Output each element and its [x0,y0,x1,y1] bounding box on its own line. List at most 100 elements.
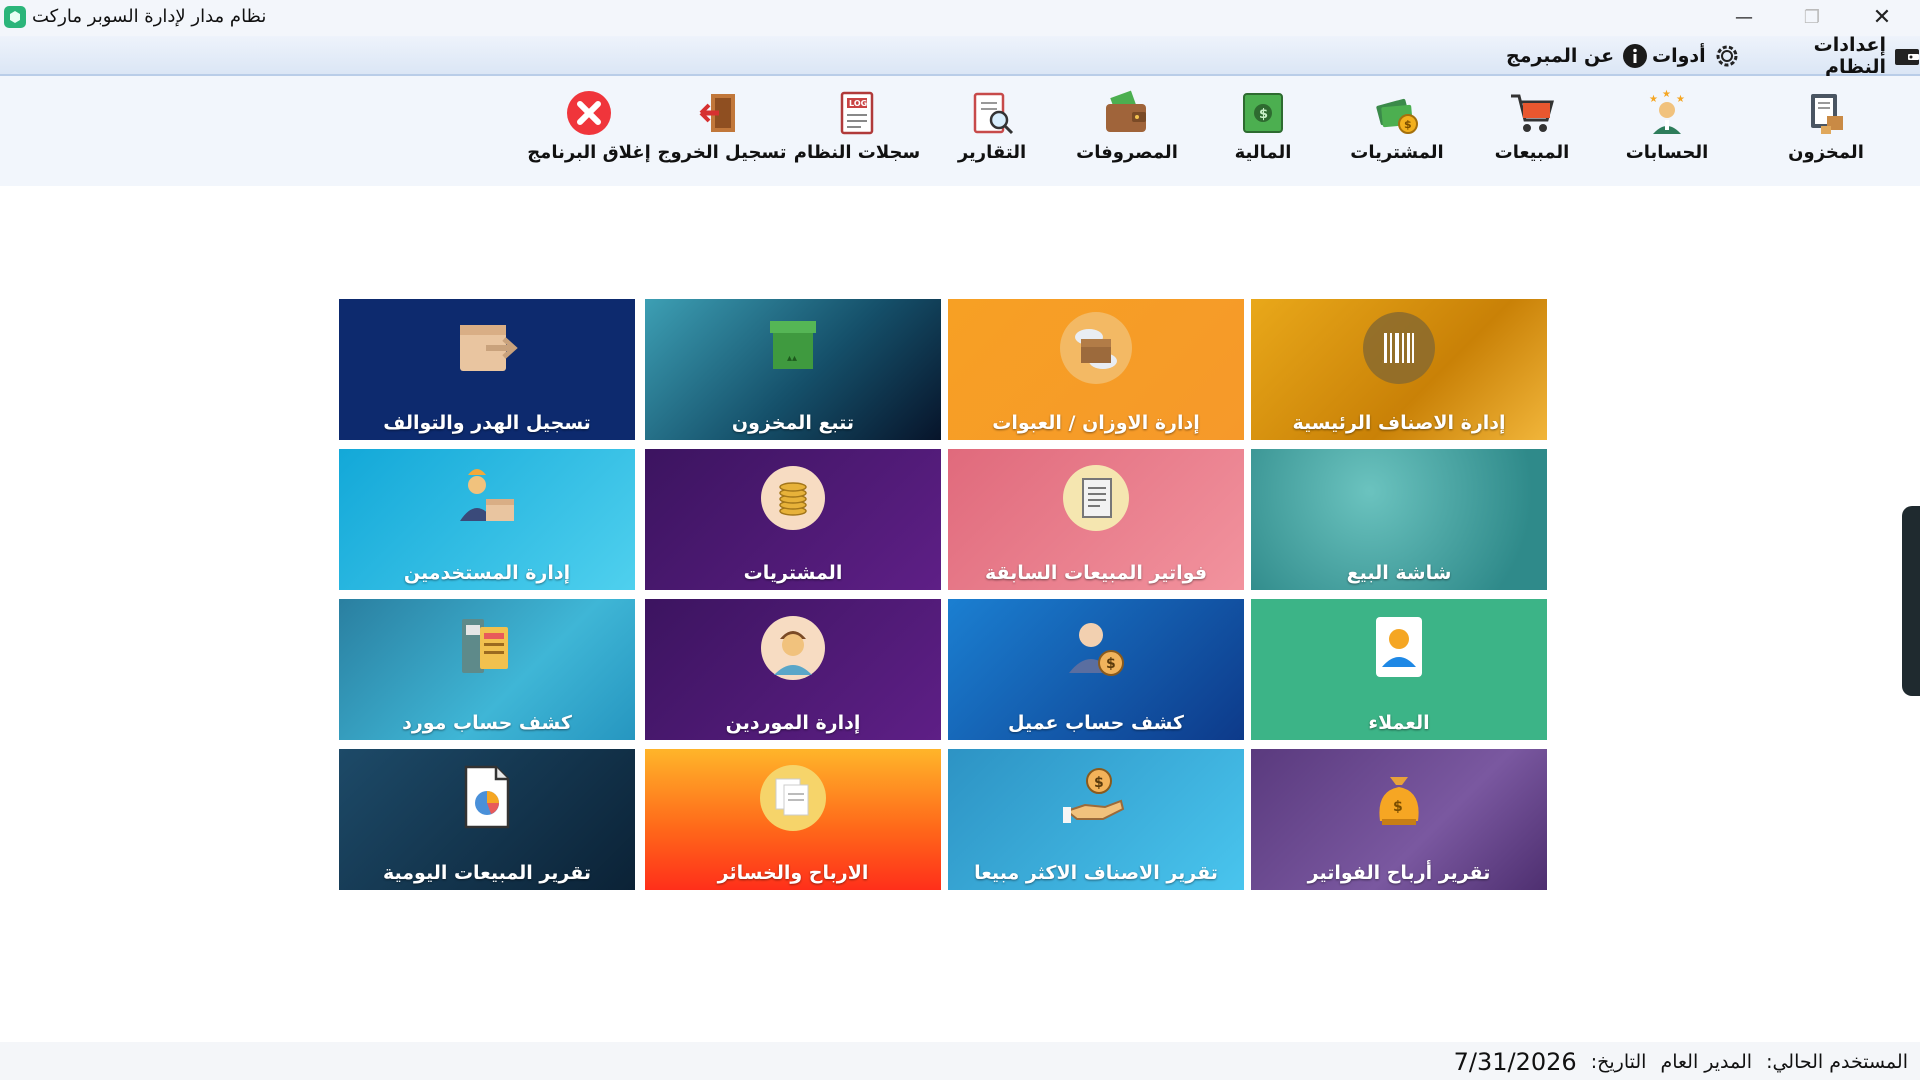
tile-main-items-label: إدارة الاصناف الرئيسية [1292,412,1506,434]
tile-suppliers[interactable]: إدارة الموردين [645,599,941,740]
svg-text:★: ★ [1662,89,1671,100]
svg-text:$: $ [1393,799,1403,815]
maximize-button[interactable]: ❐ [1782,0,1842,34]
tile-supplier-statement-label: كشف حساب مورد [402,712,572,734]
tile-users[interactable]: إدارة المستخدمين [339,449,635,590]
tile-profit-loss[interactable]: الارباح والخسائر [645,749,941,890]
tile-customers[interactable]: العملاء [1251,599,1547,740]
toolbar-inventory-button[interactable]: المخزون [1766,86,1886,176]
menu-bar: إعدادات النظام أدوات عن المبرمج [0,34,1920,78]
hand-coin-icon: $ [1056,761,1136,835]
menu-settings[interactable]: إعدادات النظام [1756,34,1920,78]
menu-settings-label: إعدادات النظام [1813,34,1886,78]
tile-users-label: إدارة المستخدمين [403,562,571,584]
menu-about[interactable]: عن المبرمج [1506,40,1648,72]
toolbar-purchases-label: المشتريات [1350,142,1444,163]
toolbar-accounts-button[interactable]: ★ ★ ★ الحسابات [1607,86,1727,176]
log-document-icon: LOG [830,86,884,140]
toolbar-logout-label: تسجيل الخروج [657,142,787,163]
close-button[interactable]: ✕ [1852,0,1912,34]
toolbar-expenses-button[interactable]: المصروفات [1067,86,1187,176]
svg-text:▴▴: ▴▴ [787,353,797,364]
tile-best-sellers-label: تقرير الاصناف الاكثر مبيعا [974,862,1218,884]
tile-prev-invoices-label: فواتير المبيعات السابقة [984,562,1208,584]
toolbar-sales-button[interactable]: المبيعات [1472,86,1592,176]
tile-profit-loss-label: الارباح والخسائر [717,862,869,884]
close-circle-icon [562,86,616,140]
current-user-label: المستخدم الحالي: [1766,1051,1908,1073]
svg-text:★: ★ [1649,94,1658,105]
tile-weights[interactable]: إدارة الاوزان / العبوات [948,299,1244,440]
cash-stack-icon: $ [1236,86,1290,140]
tile-pos[interactable]: شاشة البيع [1251,449,1547,590]
menu-tools-label: أدوات [1652,45,1706,67]
tile-daily-sales[interactable]: تقرير المبيعات اليومية [339,749,635,890]
worker-box-icon [447,461,527,535]
tile-invoice-profits[interactable]: $ تقرير أرباح الفواتير [1251,749,1547,890]
side-panel-handle[interactable] [1902,506,1920,696]
toolbar-exit-label: إغلاق البرنامج [527,142,651,163]
minimize-button[interactable]: — [1714,0,1774,34]
title-bar: نظام مدار لإدارة السوبر ماركت — ❐ ✕ [0,0,1920,36]
money-sack-icon: $ [1359,761,1439,835]
toolbar-finance-button[interactable]: $ المالية [1203,86,1323,176]
wallet-icon [1894,43,1920,69]
date-value: 7/31/2026 [1453,1048,1577,1076]
toolbar-reports-label: التقارير [957,142,1027,163]
toolbar-reports-button[interactable]: التقارير [932,86,1052,176]
clipboard-boxes-icon [1799,86,1853,140]
barcode-icon [1359,311,1439,385]
svg-text:$: $ [1094,775,1104,791]
svg-text:LOG: LOG [849,99,867,108]
tile-supplier-statement[interactable]: كشف حساب مورد [339,599,635,740]
gear-icon [1714,43,1740,69]
user-card-icon [1359,611,1439,685]
svg-text:$: $ [1106,656,1116,672]
tile-prev-invoices[interactable]: فواتير المبيعات السابقة [948,449,1244,590]
svg-text:$: $ [1404,118,1412,131]
tile-daily-sales-label: تقرير المبيعات اليومية [382,862,592,884]
logout-door-icon [695,86,749,140]
tile-suppliers-label: إدارة الموردين [725,712,861,734]
box-arrow-icon [447,311,527,385]
info-icon [1622,43,1648,69]
tile-best-sellers[interactable]: $ تقرير الاصناف الاكثر مبيعا [948,749,1244,890]
tile-purchases[interactable]: المشتريات [645,449,941,590]
report-search-icon [965,86,1019,140]
tile-waste-label: تسجيل الهدر والتوالف [383,412,591,434]
tile-purchases-label: المشتريات [743,562,843,584]
tile-stock-tracking-label: تتبع المخزون [731,412,855,434]
coins-stack-icon [753,461,833,535]
svg-text:$: $ [1259,107,1268,122]
pie-report-icon [447,761,527,835]
toolbar-accounts-label: الحسابات [1625,142,1709,163]
status-bar: المستخدم الحالي: المدير العام التاريخ: 7… [0,1042,1920,1080]
toolbar-inventory-label: المخزون [1788,142,1864,163]
date-label: التاريخ: [1590,1051,1647,1073]
toolbar-logout-button[interactable]: تسجيل الخروج [658,86,787,176]
tile-customer-statement[interactable]: $ كشف حساب عميل [948,599,1244,740]
user-dollar-icon: $ [1056,611,1136,685]
toolbar-logs-button[interactable]: LOG سجلات النظام [794,86,920,176]
tile-weights-label: إدارة الاوزان / العبوات [992,412,1200,434]
svg-text:★: ★ [1676,94,1685,105]
tile-main-items[interactable]: إدارة الاصناف الرئيسية [1251,299,1547,440]
tile-stock-tracking[interactable]: ▴▴ تتبع المخزون [645,299,941,440]
current-user-value: المدير العام [1660,1051,1753,1073]
user-stars-icon: ★ ★ ★ [1640,86,1694,140]
toolbar-finance-label: المالية [1234,142,1292,163]
toolbar-purchases-button[interactable]: $ المشتريات [1337,86,1457,176]
shopping-cart-icon [1505,86,1559,140]
tile-customers-label: العملاء [1368,712,1430,734]
money-bag-icon: $ [1370,86,1424,140]
tile-customer-statement-label: كشف حساب عميل [1008,712,1184,734]
tile-waste[interactable]: تسجيل الهدر والتوالف [339,299,635,440]
documents-icon [753,761,833,835]
green-box-icon: ▴▴ [753,311,833,385]
tile-pos-label: شاشة البيع [1346,562,1452,584]
window-title: نظام مدار لإدارة السوبر ماركت [32,6,267,27]
menu-tools[interactable]: أدوات [1652,40,1740,72]
status-info: المستخدم الحالي: المدير العام التاريخ: 7… [1454,1048,1908,1076]
toolbar-exit-button[interactable]: إغلاق البرنامج [527,86,651,176]
menu-about-label: عن المبرمج [1506,45,1615,67]
